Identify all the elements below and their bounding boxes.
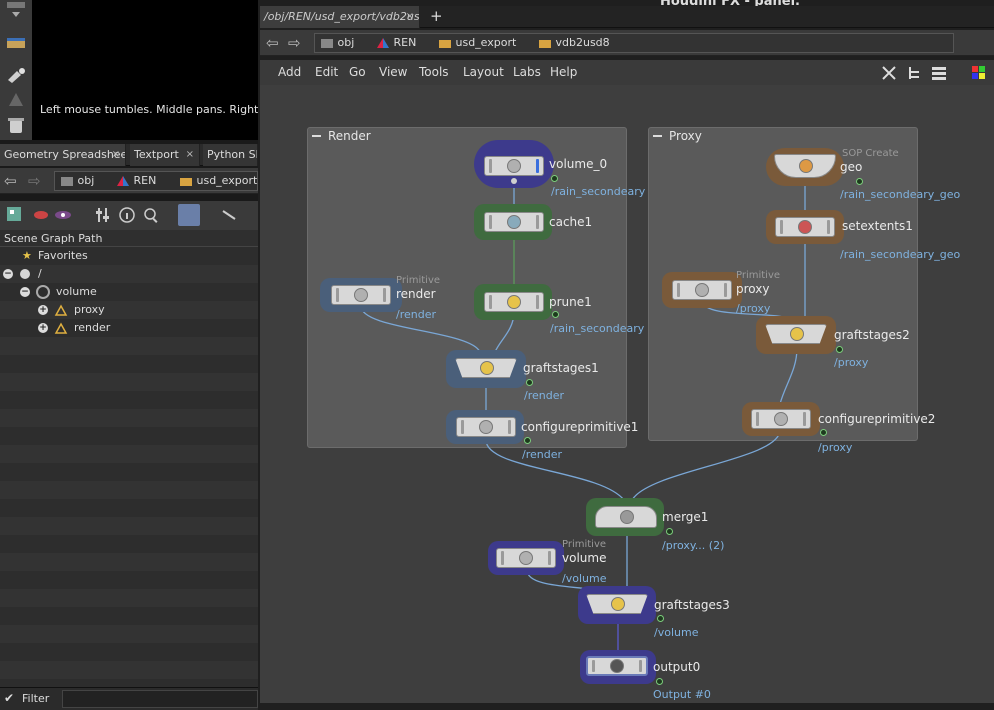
flag-indicator: [526, 379, 533, 386]
node-body[interactable]: [751, 409, 811, 429]
node-type-label: Primitive: [396, 275, 441, 286]
node-stripe: [536, 295, 539, 309]
flag-indicator: [820, 429, 827, 436]
primitive-icon: [695, 283, 709, 297]
node-name: configureprimitive2: [818, 412, 936, 426]
configure-icon: [479, 420, 493, 434]
extents-icon: [798, 220, 812, 234]
node-body[interactable]: [586, 594, 648, 614]
node-name: output0: [653, 660, 701, 674]
node-body[interactable]: [595, 506, 657, 528]
output-port[interactable]: [511, 178, 517, 184]
node-body[interactable]: [331, 285, 391, 305]
sop-create-icon: [799, 159, 813, 173]
flag-indicator: [551, 175, 558, 182]
node-prim-path: /rain_secondeary: [551, 185, 646, 198]
node-prim-path: /proxy: [736, 302, 771, 315]
display-flag[interactable]: [536, 159, 539, 173]
flag-indicator: [552, 311, 559, 318]
node-prim-path: /volume: [562, 572, 607, 585]
node-type-label: Primitive: [562, 539, 607, 550]
node-stripe: [489, 215, 492, 229]
node-body[interactable]: [484, 212, 544, 232]
node-name: proxy: [736, 282, 770, 296]
node-type-label: SOP Create: [842, 148, 899, 159]
node-body[interactable]: [484, 292, 544, 312]
node-body[interactable]: [455, 358, 517, 378]
node-prim-path: /rain_secondeary: [550, 322, 645, 335]
flag-indicator: [656, 678, 663, 685]
node-stripe: [724, 283, 727, 297]
node-prim-path: /rain_secondeary_geo: [840, 248, 961, 261]
flag-indicator: [856, 178, 863, 185]
node-name: merge1: [662, 510, 709, 524]
node-stripe: [780, 220, 783, 234]
node-name: prune1: [549, 295, 592, 309]
node-stripe: [336, 288, 339, 302]
node-name: configureprimitive1: [521, 420, 639, 434]
node-body[interactable]: [496, 548, 556, 568]
node-type-label: Primitive: [736, 270, 781, 281]
volume-icon: [507, 159, 521, 173]
node-name: graftstages3: [654, 598, 730, 612]
node-stripe: [639, 660, 642, 672]
flag-indicator: [666, 528, 673, 535]
node-stripe: [592, 660, 595, 672]
node-body[interactable]: [586, 656, 648, 676]
primitive-icon: [354, 288, 368, 302]
node-name: setextents1: [842, 219, 913, 233]
node-stripe: [383, 288, 386, 302]
node-stripe: [489, 295, 492, 309]
node-name: render: [396, 287, 436, 301]
node-prim-path: /proxy: [834, 356, 869, 369]
node-stripe: [508, 420, 511, 434]
configure-icon: [774, 412, 788, 426]
node-body[interactable]: [484, 156, 544, 176]
cache-icon: [507, 215, 521, 229]
primitive-icon: [519, 551, 533, 565]
node-prim-path: /render: [524, 389, 564, 402]
flag-indicator: [657, 615, 664, 622]
node-name: cache1: [549, 215, 593, 229]
node-stripe: [501, 551, 504, 565]
node-prim-path: /rain_secondeary_geo: [840, 188, 961, 201]
node-prim-path: /proxy: [818, 441, 853, 454]
node-stripe: [677, 283, 680, 297]
node-name: graftstages1: [523, 361, 599, 375]
node-stripe: [489, 159, 492, 173]
graft-icon: [611, 597, 625, 611]
node-name: volume_0: [549, 157, 608, 171]
node-stripe: [827, 220, 830, 234]
output-icon: [610, 659, 624, 673]
flag-indicator: [836, 346, 843, 353]
node-name: geo: [840, 160, 863, 174]
node-prim-path: /render: [522, 448, 562, 461]
flag-indicator: [524, 437, 531, 444]
node-stripe: [756, 412, 759, 426]
node-body[interactable]: [672, 280, 732, 300]
node-stripe: [548, 551, 551, 565]
graft-icon: [480, 361, 494, 375]
node-body[interactable]: [775, 217, 835, 237]
node-name: volume: [562, 551, 607, 565]
node-body[interactable]: [456, 417, 516, 437]
node-stripe: [803, 412, 806, 426]
node-prim-path: /volume: [654, 626, 699, 639]
node-stripe: [536, 215, 539, 229]
node-stripe: [461, 420, 464, 434]
broom-icon: [507, 295, 521, 309]
merge-icon: [620, 510, 634, 524]
node-name: graftstages2: [834, 328, 910, 342]
node-prim-path: /render: [396, 308, 436, 321]
node-body[interactable]: [765, 324, 827, 344]
graft-icon: [790, 327, 804, 341]
node-prim-path: /proxy... (2): [662, 539, 725, 552]
node-prim-path: Output #0: [653, 688, 711, 701]
